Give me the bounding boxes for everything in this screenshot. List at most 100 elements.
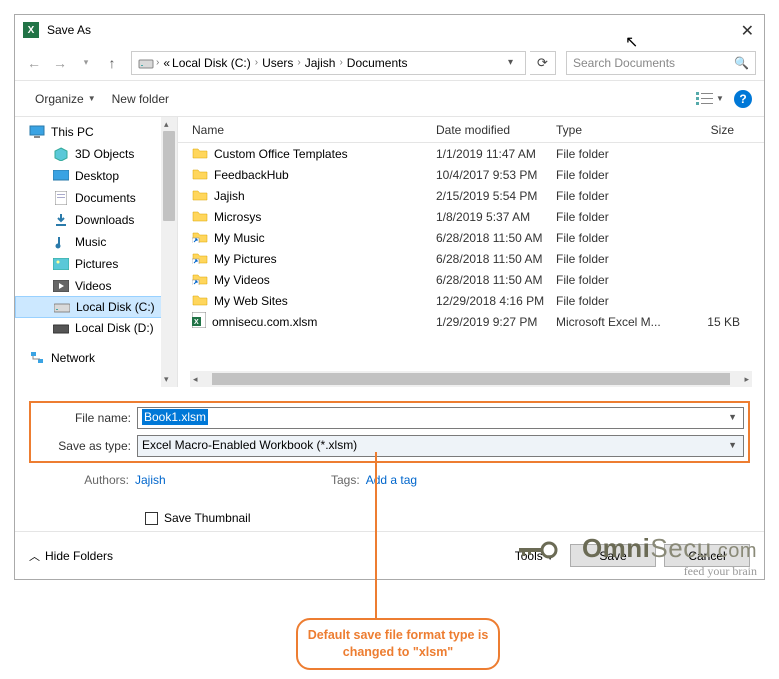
titlebar: Save As ✕ bbox=[15, 15, 764, 45]
help-icon[interactable]: ? bbox=[734, 90, 752, 108]
file-list[interactable]: Name Date modified Type Size Custom Offi… bbox=[178, 117, 764, 387]
new-folder-button[interactable]: New folder bbox=[104, 88, 177, 110]
breadcrumb-part[interactable]: Users bbox=[262, 56, 293, 70]
saveastype-select[interactable]: Excel Macro-Enabled Workbook (*.xlsm)▼ bbox=[137, 435, 744, 457]
file-date: 6/28/2018 11:50 AM bbox=[436, 273, 556, 287]
breadcrumb-part[interactable]: Local Disk (C:) bbox=[172, 56, 251, 70]
chevron-down-icon[interactable]: ▼ bbox=[728, 440, 737, 450]
file-size: 15 KB bbox=[674, 315, 764, 329]
tree-scrollbar[interactable] bbox=[161, 117, 177, 387]
address-bar[interactable]: « Local Disk (C:) Users Jajish Documents… bbox=[131, 51, 526, 75]
file-row[interactable]: Xomnisecu.com.xlsm 1/29/2019 9:27 PMMicro… bbox=[178, 311, 764, 332]
col-type[interactable]: Type bbox=[556, 123, 674, 137]
music-icon bbox=[53, 235, 69, 249]
tree-music[interactable]: Music bbox=[15, 231, 177, 253]
nav-tree[interactable]: This PC 3D Objects Desktop Documents Dow… bbox=[15, 117, 178, 387]
file-row[interactable]: My Pictures 6/28/2018 11:50 AMFile folder bbox=[178, 248, 764, 269]
col-size[interactable]: Size bbox=[674, 123, 764, 137]
search-input[interactable]: Search Documents 🔍 bbox=[566, 51, 756, 75]
file-row[interactable]: Microsys1/8/2019 5:37 AMFile folder bbox=[178, 206, 764, 227]
tree-downloads[interactable]: Downloads bbox=[15, 209, 177, 231]
tree-videos[interactable]: Videos bbox=[15, 275, 177, 297]
picture-icon bbox=[53, 257, 69, 271]
breadcrumb-part[interactable]: Jajish bbox=[305, 56, 336, 70]
file-row[interactable]: Custom Office Templates1/1/2019 11:47 AM… bbox=[178, 143, 764, 164]
monitor-icon bbox=[29, 125, 45, 139]
col-name[interactable]: Name bbox=[178, 123, 436, 137]
address-dropdown-icon[interactable]: ▾ bbox=[508, 57, 513, 68]
save-thumbnail-row: Save Thumbnail bbox=[15, 487, 764, 525]
tags-label: Tags: bbox=[206, 473, 366, 487]
tree-local-disk-d[interactable]: Local Disk (D:) bbox=[15, 317, 177, 339]
file-name: My Music bbox=[214, 231, 265, 245]
file-type: File folder bbox=[556, 189, 674, 203]
file-type: File folder bbox=[556, 252, 674, 266]
authors-value[interactable]: Jajish bbox=[135, 473, 206, 487]
search-icon: 🔍 bbox=[734, 56, 749, 70]
save-thumbnail-label: Save Thumbnail bbox=[164, 511, 251, 525]
hide-folders-button[interactable]: ︿ Hide Folders bbox=[29, 548, 113, 564]
nav-up-icon[interactable]: ↑ bbox=[101, 52, 123, 74]
column-headers[interactable]: Name Date modified Type Size bbox=[178, 117, 764, 143]
file-name: omnisecu.com.xlsm bbox=[212, 315, 317, 329]
tree-pictures[interactable]: Pictures bbox=[15, 253, 177, 275]
command-bar: Organize▼ New folder ▼ ? bbox=[15, 81, 764, 117]
tree-this-pc[interactable]: This PC bbox=[15, 121, 177, 143]
excel-file-icon: X bbox=[192, 312, 206, 331]
file-list-hscroll[interactable] bbox=[190, 371, 752, 387]
watermark: OmniSecu.com feed your brain bbox=[582, 533, 757, 579]
tags-value[interactable]: Add a tag bbox=[366, 473, 457, 487]
tree-3d-objects[interactable]: 3D Objects bbox=[15, 143, 177, 165]
breadcrumb-part[interactable]: Documents bbox=[347, 56, 408, 70]
tree-documents[interactable]: Documents bbox=[15, 187, 177, 209]
file-row[interactable]: My Music6/28/2018 11:50 AMFile folder bbox=[178, 227, 764, 248]
save-form: File name: Book1.xlsm▼ Save as type: Exc… bbox=[15, 387, 764, 463]
file-row[interactable]: My Videos 6/28/2018 11:50 AMFile folder bbox=[178, 269, 764, 290]
tree-local-disk-c[interactable]: Local Disk (C:) bbox=[15, 296, 177, 318]
col-date[interactable]: Date modified bbox=[436, 123, 556, 137]
folder-icon bbox=[192, 209, 208, 225]
nav-recent-dropdown[interactable]: ▾ bbox=[75, 52, 97, 74]
search-placeholder: Search Documents bbox=[573, 56, 675, 70]
chevron-up-icon: ︿ bbox=[29, 548, 40, 564]
nav-back-icon[interactable]: ← bbox=[23, 52, 45, 74]
breadcrumb-pre: « bbox=[163, 56, 170, 70]
filename-input[interactable]: Book1.xlsm▼ bbox=[137, 407, 744, 429]
callout-line bbox=[375, 452, 377, 620]
folder-shortcut-icon bbox=[192, 272, 208, 288]
filename-label: File name: bbox=[35, 411, 137, 425]
file-row[interactable]: FeedbackHub10/4/2017 9:53 PMFile folder bbox=[178, 164, 764, 185]
saveastype-label: Save as type: bbox=[35, 439, 137, 453]
refresh-button[interactable]: ⟳ bbox=[530, 51, 556, 75]
drive-icon bbox=[53, 321, 69, 335]
tree-desktop[interactable]: Desktop bbox=[15, 165, 177, 187]
folder-shortcut-icon bbox=[192, 230, 208, 246]
chevron-down-icon[interactable]: ▼ bbox=[728, 412, 737, 422]
file-name: Microsys bbox=[214, 210, 261, 224]
file-date: 2/15/2019 5:54 PM bbox=[436, 189, 556, 203]
save-thumbnail-checkbox[interactable] bbox=[145, 512, 158, 525]
file-row[interactable]: My Web Sites12/29/2018 4:16 PMFile folde… bbox=[178, 290, 764, 311]
chevron-down-icon: ▼ bbox=[88, 94, 96, 103]
organize-button[interactable]: Organize▼ bbox=[27, 88, 104, 110]
metadata-row: Authors: Jajish Tags: Add a tag bbox=[15, 463, 764, 487]
file-date: 1/1/2019 11:47 AM bbox=[436, 147, 556, 161]
file-type: File folder bbox=[556, 294, 674, 308]
close-icon[interactable]: ✕ bbox=[741, 21, 754, 41]
file-name: My Pictures bbox=[214, 252, 277, 266]
file-date: 1/29/2019 9:27 PM bbox=[436, 315, 556, 329]
file-row[interactable]: Jajish2/15/2019 5:54 PMFile folder bbox=[178, 185, 764, 206]
file-type: File folder bbox=[556, 273, 674, 287]
tree-network[interactable]: Network bbox=[15, 347, 177, 369]
save-as-dialog: Save As ✕ ← → ▾ ↑ « Local Disk (C:) User… bbox=[14, 14, 765, 580]
file-name: My Videos bbox=[214, 273, 270, 287]
window-title: Save As bbox=[47, 23, 91, 37]
file-name: FeedbackHub bbox=[214, 168, 289, 182]
chevron-down-icon: ▼ bbox=[716, 94, 724, 103]
svg-text:X: X bbox=[194, 319, 199, 326]
file-type: File folder bbox=[556, 210, 674, 224]
drive-icon bbox=[54, 300, 70, 314]
file-type: Microsoft Excel M... bbox=[556, 315, 674, 329]
file-date: 6/28/2018 11:50 AM bbox=[436, 252, 556, 266]
view-options-button[interactable]: ▼ bbox=[696, 88, 724, 110]
